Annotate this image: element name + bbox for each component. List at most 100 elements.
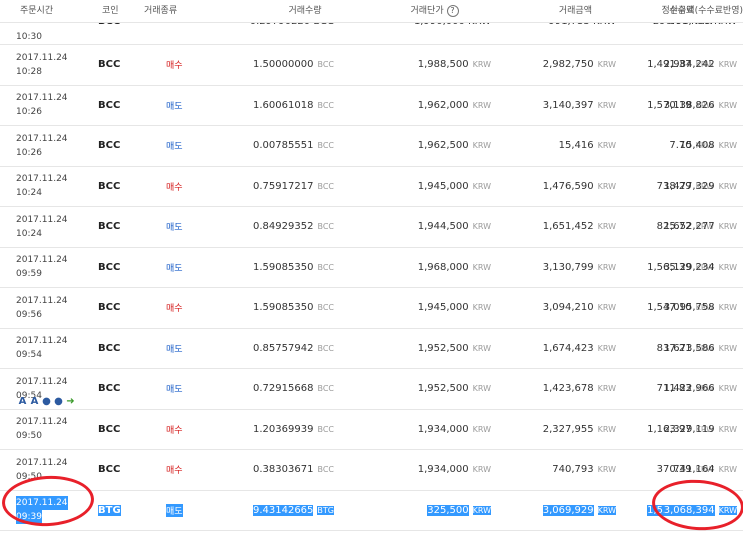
table-row[interactable]: 2017.11.24 09:56 BCC 매수 1.59085350 BCC 1,945,0… bbox=[0, 288, 743, 329]
row-total-value: 1,651,452 bbox=[542, 221, 594, 233]
row-settle-unit: KRW bbox=[718, 100, 737, 110]
row-price: 1,968,000 KRW bbox=[376, 248, 493, 288]
row-settle: 3,138,826 KRW bbox=[664, 86, 737, 126]
row-amount-value: 0.72915668 bbox=[253, 383, 314, 395]
row-settle-unit: KRW bbox=[718, 222, 737, 232]
row-total-value: 3,130,799 bbox=[542, 261, 594, 273]
row-settle-unit: KRW bbox=[718, 384, 737, 394]
row-type-label: 매도 bbox=[166, 385, 183, 396]
row-coin: BCC bbox=[84, 248, 144, 288]
row-time: 2017.11.24 09:39 bbox=[0, 491, 84, 531]
row-price: 1,934,000 KRW bbox=[376, 410, 493, 450]
row-settle: 1,652,277 KRW bbox=[664, 207, 737, 247]
row-settle: 1,673,586 KRW bbox=[664, 329, 737, 369]
header-price: 거래단가 ? bbox=[376, 0, 493, 22]
row-price: 1,952,500 KRW bbox=[376, 329, 493, 369]
row-date: 2017.11.24 bbox=[16, 417, 68, 428]
row-coin-label: BCC bbox=[98, 302, 121, 314]
row-settle-unit: KRW bbox=[718, 505, 737, 515]
row-settle: 741,164 KRW bbox=[673, 450, 737, 490]
table-row-partial[interactable]: 10:30 BCC 0.29790220 BCC 1,990,000 KRW 9… bbox=[0, 23, 743, 45]
table-row[interactable]: 2017.11.24 10:28 BCC 매수 1.50000000 BCC 1,988,5… bbox=[0, 45, 743, 86]
table-row[interactable]: 2017.11.24 09:54 BCC 매도 0.72915668 BCC 1,952,5… bbox=[0, 369, 743, 410]
row-amount-value: 1.59085350 bbox=[253, 261, 314, 273]
row-time: 2017.11.24 10:24 bbox=[0, 207, 84, 247]
table-row[interactable]: 2017.11.24 09:59 BCC 매도 1.59085350 BCC 1,968,0… bbox=[0, 248, 743, 288]
row-settle-value: 1,477,329 bbox=[663, 180, 715, 192]
row-type: 매수 bbox=[144, 45, 234, 85]
zoom-out-a-icon[interactable]: A bbox=[29, 396, 40, 407]
header-amount: 거래수량 bbox=[288, 6, 322, 16]
row-coin: BCC bbox=[84, 167, 144, 207]
row-settle: 15,408 KRW bbox=[680, 126, 737, 166]
row-coin: BCC bbox=[84, 207, 144, 247]
row-amount-value: 1.59085350 bbox=[253, 302, 314, 314]
row-type-label: 매도 bbox=[166, 503, 183, 517]
row-time: 2017.11.24 09:54 bbox=[0, 329, 84, 369]
row-total-unit: KRW bbox=[597, 424, 616, 434]
magnifier-icon[interactable]: ● bbox=[41, 396, 52, 407]
row-type-label: 매수 bbox=[166, 304, 183, 315]
row-amount: 0.75917217 BCC bbox=[234, 167, 376, 207]
magnifier-plus-icon[interactable]: ● bbox=[53, 396, 64, 407]
row-total: 3,140,397 KRW bbox=[493, 86, 618, 126]
row-hm: 09:54 bbox=[16, 350, 42, 361]
row-total-value: 1,674,423 bbox=[542, 342, 594, 354]
row-total-unit: KRW bbox=[597, 343, 616, 353]
row-total: 1,476,590 KRW bbox=[493, 167, 618, 207]
help-icon[interactable]: ? bbox=[446, 5, 459, 17]
table-row[interactable]: 2017.11.24 09:39 BTG 매도 9.43142665 BTG 325,500… bbox=[0, 491, 743, 531]
row-price-unit: KRW bbox=[472, 222, 491, 232]
table-row[interactable]: 2017.11.24 10:26 BCC 매도 0.00785551 BCC 1,962,5… bbox=[0, 126, 743, 167]
row-amount: 1.60061018 BCC bbox=[234, 86, 376, 126]
row-date: 2017.11.24 bbox=[16, 496, 68, 511]
row-amount: 0.29790220 BCC bbox=[234, 23, 376, 44]
row-time: 2017.11.24 09:56 bbox=[0, 288, 84, 328]
row-date: 2017.11.24 bbox=[16, 295, 68, 306]
table-row[interactable]: 2017.11.24 09:50 BCC 매수 0.38303671 BCC 1,934,0… bbox=[0, 450, 743, 491]
row-amount-unit: BCC bbox=[317, 384, 334, 394]
row-total-unit: KRW bbox=[597, 262, 616, 272]
row-type: 매도 bbox=[144, 248, 234, 288]
row-coin: BCC bbox=[84, 329, 144, 369]
table-row[interactable]: 2017.11.24 09:50 BCC 매수 1.20369939 BCC 1,934,0… bbox=[0, 410, 743, 450]
row-settle-unit: KRW bbox=[718, 424, 737, 434]
row-hm: 10:26 bbox=[16, 147, 42, 158]
row-date: 2017.11.24 bbox=[16, 255, 68, 266]
row-settle-value: 2,984,242 bbox=[663, 59, 715, 71]
row-amount-value: 0.75917217 bbox=[253, 180, 314, 192]
row-total-value: 2,982,750 bbox=[542, 59, 594, 71]
row-time: 2017.11.24 09:59 bbox=[0, 248, 84, 288]
row-price-unit: KRW bbox=[472, 303, 491, 313]
table-row[interactable]: 2017.11.24 09:54 BCC 매도 0.85757942 BCC 1,952,5… bbox=[0, 329, 743, 369]
row-type: 매도 bbox=[144, 86, 234, 126]
row-price: 1,945,000 KRW bbox=[376, 288, 493, 328]
row-coin: BCC bbox=[84, 126, 144, 166]
row-coin-label: BTG bbox=[98, 504, 121, 516]
row-total: 991,735 KRW bbox=[493, 23, 618, 44]
row-amount: 0.72915668 BCC bbox=[234, 369, 376, 409]
row-price: 325,500 KRW bbox=[376, 491, 493, 531]
row-type: 매수 bbox=[144, 450, 234, 490]
table-row[interactable]: 2017.11.24 10:26 BCC 매도 1.60061018 BCC 1,962,0… bbox=[0, 86, 743, 126]
row-settle-unit: KRW bbox=[718, 60, 737, 70]
row-time: 2017.11.24 10:26 bbox=[0, 126, 84, 166]
zoom-in-a-icon[interactable]: A bbox=[17, 396, 28, 407]
row-amount-unit: BCC bbox=[317, 181, 334, 191]
viewer-toolbar: A A ● ● ➜ bbox=[17, 396, 76, 407]
table-header: 주문시간 코인 거래종류 거래수량 거래단가 ? 거래금액 수수료 정산금액(수… bbox=[0, 0, 743, 23]
row-price-value: 1,952,500 bbox=[417, 383, 469, 395]
row-total-unit: KRW bbox=[597, 384, 616, 394]
row-amount-value: 0.00785551 bbox=[253, 140, 314, 152]
row-date: 2017.11.24 bbox=[16, 174, 68, 185]
row-settle-value: 741,164 bbox=[673, 464, 715, 476]
row-total-unit: KRW bbox=[597, 505, 616, 515]
row-total-unit: KRW bbox=[597, 100, 616, 110]
arrow-right-icon[interactable]: ➜ bbox=[65, 396, 76, 407]
row-price-unit: KRW bbox=[472, 100, 491, 110]
table-row[interactable]: 2017.11.24 10:24 BCC 매도 0.84929352 BCC 1,944,5… bbox=[0, 207, 743, 248]
table-row[interactable]: 2017.11.24 10:24 BCC 매수 0.75917217 BCC 1,945,0… bbox=[0, 167, 743, 207]
row-type: 매도 bbox=[144, 491, 234, 531]
header-price-label: 거래단가 bbox=[410, 6, 444, 16]
row-type-label: 매수 bbox=[166, 182, 183, 193]
